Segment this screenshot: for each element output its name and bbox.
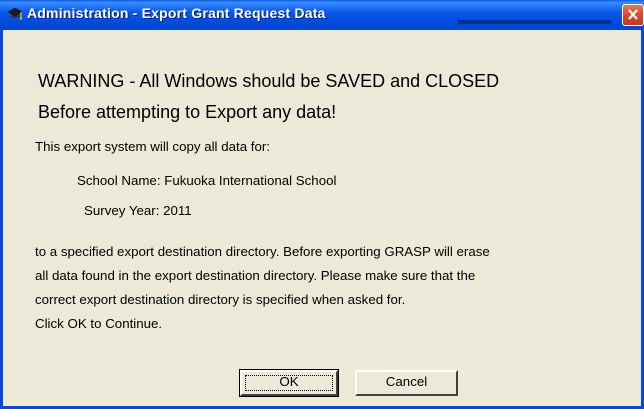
window-title: Administration - Export Grant Request Da… — [27, 5, 326, 21]
paragraph-line-3: correct export destination directory is … — [35, 292, 406, 307]
title-bar[interactable]: Administration - Export Grant Request Da… — [0, 0, 644, 30]
close-icon — [628, 9, 638, 20]
graduation-cap-icon — [7, 7, 23, 20]
paragraph-line-4: Click OK to Continue. — [35, 316, 163, 331]
ok-button[interactable]: OK — [239, 369, 339, 397]
cancel-button[interactable]: Cancel — [355, 370, 458, 396]
ok-button-label: OK — [279, 374, 299, 389]
school-name-text: School Name: Fukuoka International Schoo… — [77, 173, 337, 188]
survey-year-text: Survey Year: 2011 — [84, 203, 192, 218]
cancel-button-label: Cancel — [385, 374, 428, 389]
paragraph-line-2: all data found in the export destination… — [35, 268, 476, 283]
titlebar-overlay-strip — [458, 20, 611, 24]
close-button[interactable] — [622, 4, 644, 26]
export-dialog-window: Administration - Export Grant Request Da… — [0, 0, 644, 409]
warning-line-2: Before attempting to Export any data! — [38, 102, 337, 122]
dialog-content: WARNING - All Windows should be SAVED an… — [3, 30, 641, 406]
warning-line-1: WARNING - All Windows should be SAVED an… — [38, 71, 500, 91]
intro-text: This export system will copy all data fo… — [35, 139, 270, 154]
paragraph-line-1: to a specified export destination direct… — [35, 244, 490, 259]
